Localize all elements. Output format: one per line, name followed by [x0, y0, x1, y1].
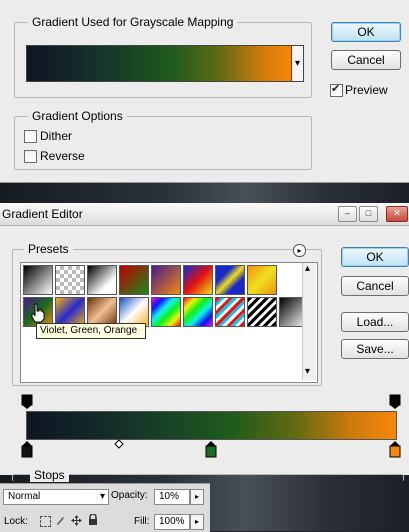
lock-pixels-icon[interactable]	[55, 515, 66, 526]
presets-label: Presets	[24, 242, 73, 256]
color-stop-left[interactable]	[21, 440, 33, 458]
preset-swatch[interactable]	[183, 265, 213, 295]
scroll-up-icon: ▴	[305, 263, 311, 274]
maximize-button[interactable]: □	[359, 206, 378, 222]
stops-label: Stops	[30, 468, 69, 482]
preset-swatch[interactable]	[87, 265, 117, 295]
preset-swatch[interactable]	[151, 265, 181, 295]
triangle-right-icon: ▸	[194, 492, 199, 501]
fill-stepper[interactable]: ▸	[190, 514, 204, 530]
midpoint-diamond[interactable]	[114, 439, 124, 449]
close-icon: ✕	[393, 208, 401, 218]
lock-label: Lock:	[4, 516, 28, 527]
blend-mode-value: Normal	[8, 491, 41, 502]
preset-tooltip: Violet, Green, Orange	[36, 323, 146, 339]
preset-swatch[interactable]	[183, 297, 213, 327]
editor-ok-button[interactable]: OK	[341, 247, 409, 267]
hand-cursor-icon	[31, 303, 45, 323]
scroll-down-icon: ▾	[305, 366, 311, 377]
preview-checkbox[interactable]	[330, 82, 343, 97]
dither-label: Dither	[40, 129, 73, 143]
color-stop-right[interactable]	[389, 440, 401, 458]
close-button[interactable]: ✕	[386, 206, 408, 222]
gradient-group-label: Gradient Used for Grayscale Mapping	[28, 15, 238, 29]
gradient-map-dialog: Gradient Used for Grayscale Mapping ▾ Gr…	[0, 0, 409, 183]
preset-swatch[interactable]	[151, 297, 181, 327]
opacity-stop-left[interactable]	[21, 394, 33, 410]
gradient-edit-bar[interactable]	[26, 411, 397, 440]
lock-transparent-icon[interactable]	[40, 516, 51, 527]
ok-button[interactable]: OK	[331, 22, 401, 42]
gradient-editor-titlebar[interactable]: Gradient Editor – □ ✕	[0, 203, 409, 226]
preset-swatch[interactable]	[215, 297, 245, 327]
gradient-options-label: Gradient Options	[28, 109, 127, 123]
lock-all-icon[interactable]	[88, 514, 98, 526]
preset-swatch[interactable]	[55, 265, 85, 295]
minimize-button[interactable]: –	[338, 206, 357, 222]
chevron-down-icon: ▾	[294, 58, 301, 69]
opacity-stop-right[interactable]	[389, 394, 401, 410]
gradient-preview-bar[interactable]	[26, 45, 293, 82]
fill-label: Fill:	[134, 516, 150, 527]
save-button[interactable]: Save...	[341, 339, 409, 359]
preset-swatch[interactable]	[247, 265, 277, 295]
preset-swatch[interactable]	[215, 265, 245, 295]
flyout-menu-icon: ▸	[297, 246, 302, 255]
reverse-checkbox[interactable]	[24, 150, 37, 163]
blend-mode-select[interactable]: Normal ▾	[3, 489, 109, 505]
opacity-input[interactable]: 10%	[154, 489, 190, 505]
opacity-stepper[interactable]: ▸	[190, 489, 204, 505]
preview-label: Preview	[345, 83, 388, 97]
presets-menu-button[interactable]: ▸	[293, 244, 306, 257]
color-stop-middle[interactable]	[205, 440, 217, 458]
maximize-icon: □	[365, 208, 372, 218]
preset-swatch[interactable]	[119, 265, 149, 295]
preset-swatch[interactable]	[247, 297, 277, 327]
gradient-dropdown-button[interactable]: ▾	[291, 45, 304, 82]
preset-swatch[interactable]	[23, 265, 53, 295]
cancel-button[interactable]: Cancel	[331, 50, 401, 70]
editor-cancel-button[interactable]: Cancel	[341, 276, 409, 296]
layers-panel: Normal ▾ Opacity: 10% ▸ Lock: Fill: 100%…	[0, 483, 210, 532]
reverse-label: Reverse	[40, 149, 85, 163]
opacity-label: Opacity:	[111, 490, 148, 501]
chevron-down-icon: ▾	[99, 491, 105, 502]
stops-group	[12, 474, 404, 481]
triangle-right-icon: ▸	[194, 517, 199, 526]
presets-scrollbar[interactable]: ▴ ▾	[302, 263, 316, 380]
minimize-icon: –	[344, 208, 350, 218]
dither-checkbox[interactable]	[24, 130, 37, 143]
fill-input[interactable]: 100%	[154, 514, 190, 530]
load-button[interactable]: Load...	[341, 312, 409, 332]
window-title: Gradient Editor	[2, 207, 83, 221]
lock-position-icon[interactable]	[71, 515, 82, 526]
